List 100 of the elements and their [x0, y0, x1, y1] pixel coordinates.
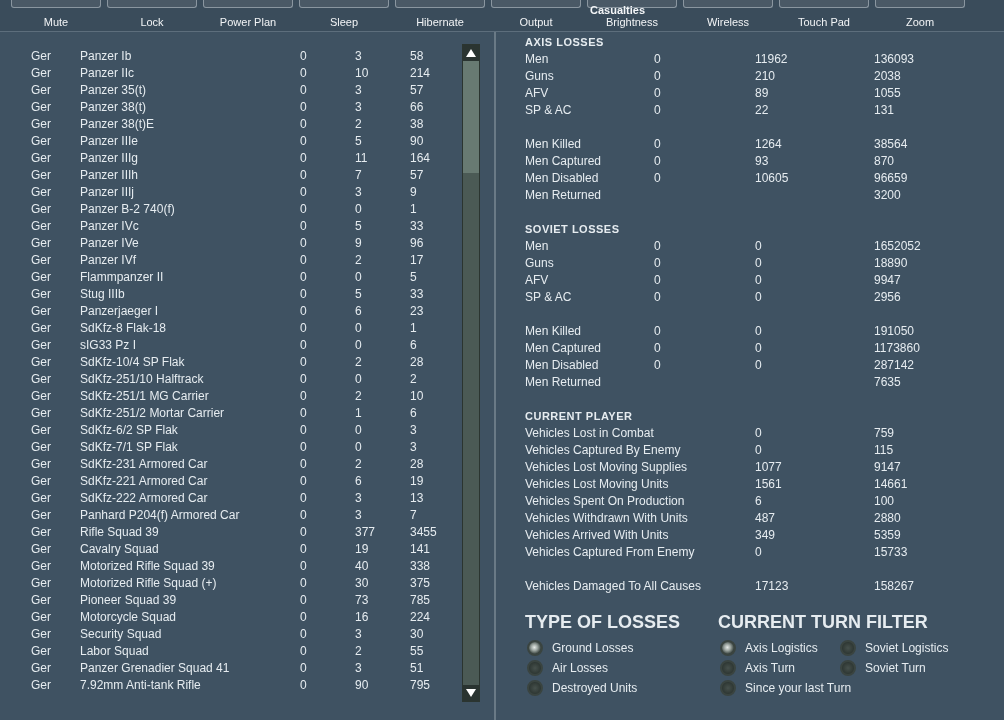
toolbar-button[interactable] [683, 0, 773, 8]
side-cell-text: Ger [31, 82, 52, 99]
radio-button[interactable] [720, 680, 737, 696]
table-cell-text: 0 [300, 354, 308, 371]
radio-label: Air Losses [552, 661, 609, 675]
stat-value: 115 [874, 443, 894, 457]
toolbar-button[interactable] [395, 0, 485, 8]
table-cell-text: 2 [355, 388, 363, 405]
stat-value: 3200 [874, 188, 901, 202]
toolbar-label: Lock [140, 16, 164, 28]
table-cell-text: 2 [355, 643, 363, 660]
table-cell-text: 0 [300, 286, 308, 303]
table-cell-text: 6 [355, 473, 363, 490]
toolbar-button[interactable] [107, 0, 197, 8]
table-cell-text: 3455 [410, 524, 438, 541]
stat-label: Men Returned [525, 187, 603, 204]
table-cell-text: 0 [300, 388, 308, 405]
scroll-up-button[interactable] [463, 45, 479, 61]
unit-name-cell-text: Cavalry Squad [80, 541, 160, 558]
table-cell-text: 795 [410, 677, 432, 694]
stat-value: 7635 [874, 375, 901, 389]
table-cell-text: 38 [410, 116, 425, 133]
table-cell-text: 55 [410, 643, 425, 660]
stat-value: 0 [654, 69, 661, 83]
group-heading: TYPE OF LOSSES [525, 612, 681, 633]
stat-value: 0 [654, 86, 661, 100]
unit-name-cell-text: Panzer 38(t) [80, 99, 148, 116]
unit-name-cell-text: Rifle Squad 39 [80, 524, 160, 541]
radio-label: Destroyed Units [552, 681, 638, 695]
table-cell-text: 0 [300, 575, 308, 592]
toolbar-button[interactable] [11, 0, 101, 8]
stat-value: 38564 [874, 137, 908, 151]
stat-value: 0 [755, 358, 762, 372]
table-cell-text: 0 [300, 82, 308, 99]
side-cell-text: Ger [31, 388, 52, 405]
stat-value: 0 [755, 256, 762, 270]
table-cell-text: 6 [355, 303, 363, 320]
toolbar-button[interactable] [587, 0, 677, 8]
toolbar-button[interactable] [779, 0, 869, 8]
side-cell-text: Ger [31, 218, 52, 235]
stat-label: Vehicles Spent On Production [525, 493, 686, 510]
side-cell-text: Ger [31, 184, 52, 201]
stat-value: 210 [755, 69, 776, 83]
table-cell-text: 3 [355, 660, 363, 677]
unit-name-cell-text: Panhard P204(f) Armored Car [80, 507, 241, 524]
unit-name-cell-text: Panzer IIIe [80, 133, 140, 150]
table-cell-text: 90 [355, 677, 370, 694]
scroll-thumb[interactable] [463, 61, 479, 173]
radio-button[interactable] [840, 660, 857, 676]
side-cell-text: Ger [31, 65, 52, 82]
stat-label: Men [525, 51, 550, 68]
table-cell-text: 96 [410, 235, 425, 252]
scrollbar-track[interactable] [462, 44, 480, 702]
toolbar-button[interactable] [203, 0, 293, 8]
toolbar-button[interactable] [491, 0, 581, 8]
stat-label: Vehicles Captured By Enemy [525, 442, 682, 459]
stat-value: 0 [755, 290, 762, 304]
table-cell-text: 0 [300, 677, 308, 694]
table-cell-text: 0 [300, 541, 308, 558]
table-cell-text: 0 [300, 116, 308, 133]
unit-name-cell-text: SdKfz-251/10 Halftrack [80, 371, 205, 388]
stat-label: Vehicles Lost Moving Supplies [525, 459, 689, 476]
stat-value: 0 [755, 239, 762, 253]
table-cell-text: 0 [300, 473, 308, 490]
toolbar-button[interactable] [875, 0, 965, 8]
stat-value: 870 [874, 154, 895, 168]
table-cell-text: 73 [355, 592, 370, 609]
stat-value: 1173860 [874, 341, 920, 355]
scroll-down-button[interactable] [463, 685, 479, 701]
side-cell-text: Ger [31, 235, 52, 252]
radio-button[interactable] [527, 680, 543, 696]
unit-name-cell-text: Stug IIIb [80, 286, 126, 303]
stat-value: 191050 [874, 324, 915, 338]
stat-value: 1561 [755, 477, 782, 491]
table-cell-text: 338 [410, 558, 432, 575]
stat-value: 0 [755, 324, 762, 338]
table-cell-text: 0 [300, 201, 308, 218]
stat-value: 1055 [874, 86, 901, 100]
table-cell-text: 57 [410, 167, 425, 184]
radio-button[interactable] [840, 640, 857, 656]
stat-label: Men Captured [525, 153, 603, 170]
stat-value: 0 [654, 341, 661, 355]
radio-button[interactable] [720, 640, 737, 656]
stat-value: 10605 [755, 171, 789, 185]
stat-value: 0 [755, 545, 762, 559]
radio-label: Soviet Logistics [865, 641, 949, 655]
stat-value: 0 [654, 52, 661, 66]
stat-label: Vehicles Lost Moving Units [525, 476, 670, 493]
table-cell-text: 6 [410, 337, 418, 354]
table-cell-text: 785 [410, 592, 432, 609]
radio-button[interactable] [720, 660, 737, 676]
stat-label: SP & AC [525, 102, 573, 119]
stat-value: 14661 [874, 477, 908, 491]
radio-button[interactable] [527, 640, 543, 656]
radio-button[interactable] [527, 660, 543, 676]
toolbar-button[interactable] [299, 0, 389, 8]
stat-value: 1077 [755, 460, 782, 474]
table-cell-text: 0 [300, 507, 308, 524]
stat-label: Guns [525, 68, 555, 85]
side-cell-text: Ger [31, 660, 52, 677]
